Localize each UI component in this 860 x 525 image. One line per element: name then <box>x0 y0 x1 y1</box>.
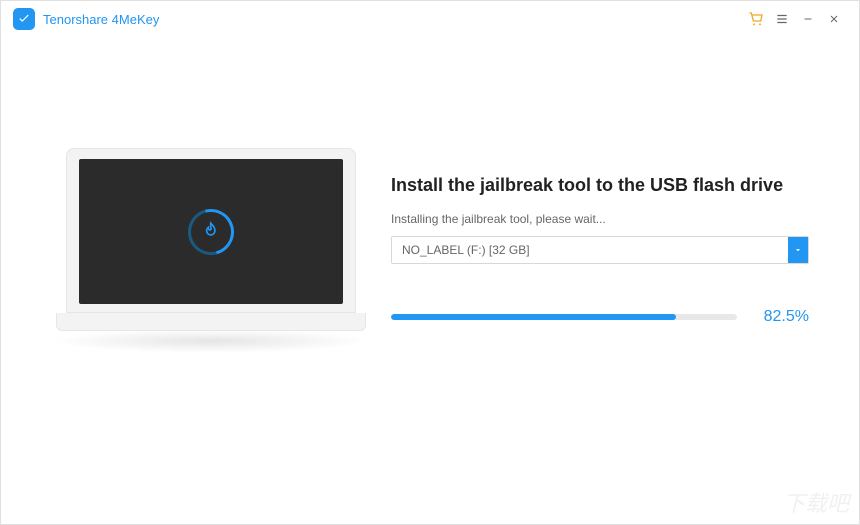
laptop-frame <box>66 148 356 313</box>
laptop-shadow <box>51 329 371 353</box>
progress-pane: Install the jailbreak tool to the USB fl… <box>381 175 819 326</box>
progress-percent: 82.5% <box>755 308 809 326</box>
app-logo <box>13 8 35 30</box>
menu-button[interactable] <box>769 6 795 32</box>
app-title: Tenorshare 4MeKey <box>43 12 159 27</box>
drive-selected-value: NO_LABEL (F:) [32 GB] <box>392 237 788 263</box>
cart-icon <box>748 11 764 27</box>
titlebar: Tenorshare 4MeKey <box>1 1 859 37</box>
flame-icon <box>201 219 221 239</box>
progress-row: 82.5% <box>391 308 809 326</box>
spinner-icon <box>180 200 243 263</box>
illustration-pane <box>41 148 381 353</box>
laptop-base <box>56 313 366 331</box>
content: Install the jailbreak tool to the USB fl… <box>1 37 859 524</box>
logo-icon <box>17 12 31 26</box>
minimize-button[interactable] <box>795 6 821 32</box>
laptop-screen <box>79 159 343 304</box>
app-window: Tenorshare 4MeKey <box>0 0 860 525</box>
progress-bar <box>391 314 737 320</box>
menu-icon <box>775 12 789 26</box>
status-text: Installing the jailbreak tool, please wa… <box>391 212 809 226</box>
close-icon <box>828 13 840 25</box>
minimize-icon <box>802 13 814 25</box>
progress-fill <box>391 314 676 320</box>
drive-arrow <box>788 237 808 263</box>
drive-select[interactable]: NO_LABEL (F:) [32 GB] <box>391 236 809 264</box>
close-button[interactable] <box>821 6 847 32</box>
page-title: Install the jailbreak tool to the USB fl… <box>391 175 809 196</box>
cart-button[interactable] <box>743 6 769 32</box>
laptop-illustration <box>66 148 356 353</box>
chevron-down-icon <box>793 245 803 255</box>
